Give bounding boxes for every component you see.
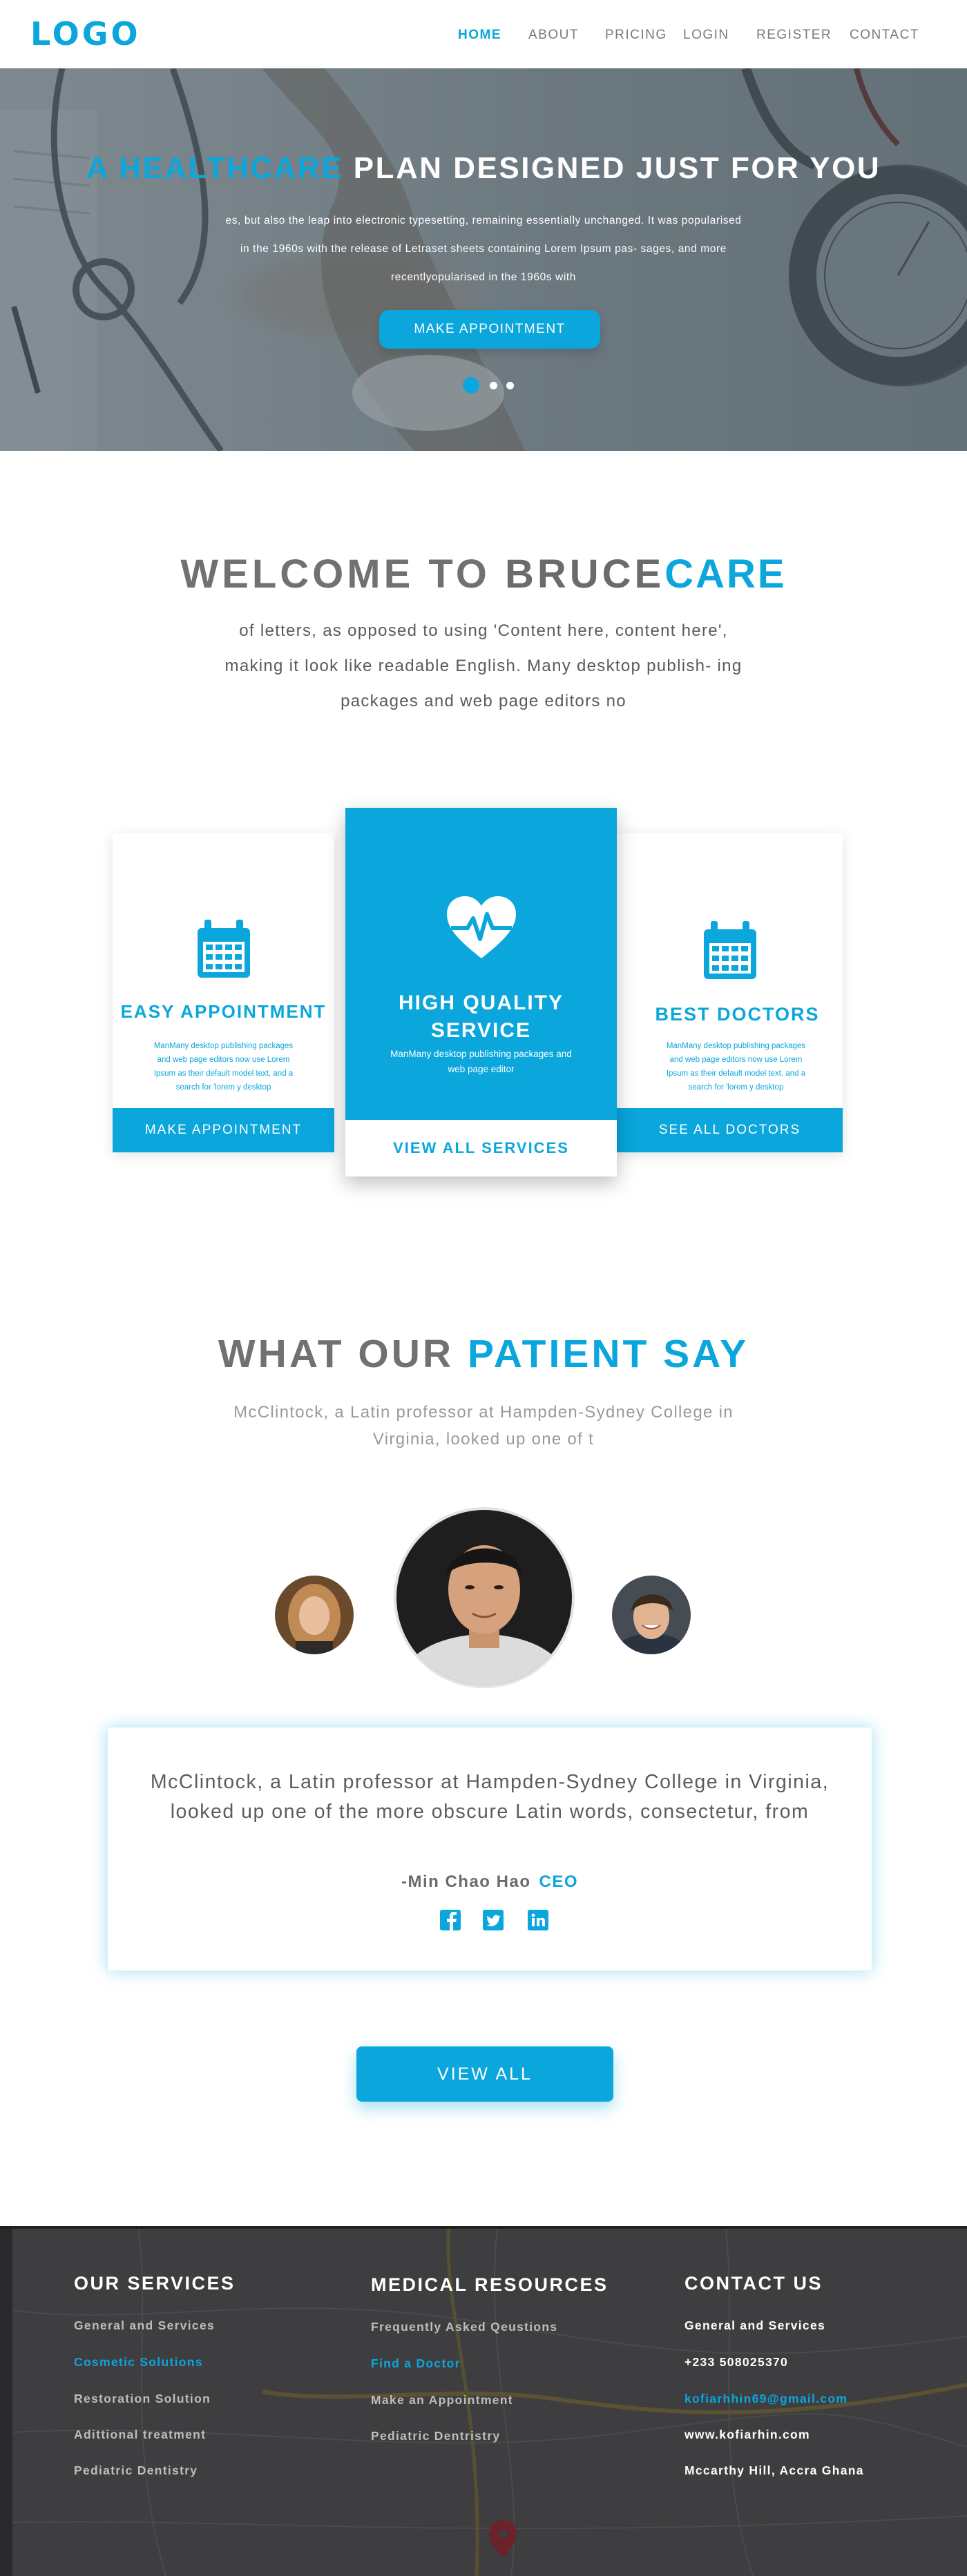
nav-home[interactable]: HOME [458,28,501,43]
service-description: ManMany desktop publishing packages and … [153,1042,294,1092]
footer-contact-title: CONTACT US [684,2273,823,2294]
patient-avatar-right[interactable] [612,1576,691,1654]
nav-contact[interactable]: CONTACT [850,28,919,43]
slider-dot-3[interactable] [506,382,514,389]
hero-make-appointment-button[interactable]: MAKE APPOINTMENT [379,310,600,349]
footer-contact-phone[interactable]: +233 508025370 [684,2355,788,2370]
footer-link[interactable]: General and Services [74,2318,215,2333]
slider-dot-2[interactable] [490,382,497,389]
nav-about[interactable]: ABOUT [528,28,579,43]
footer-link[interactable]: Pediatric Dentistry [74,2463,198,2478]
calendar-icon [197,920,250,978]
avatar-man-smiling-image [612,1576,691,1654]
linkedin-icon[interactable] [526,1908,550,1932]
testimonials-subtitle: McClintock, a Latin professor at Hampden… [233,1403,734,1449]
footer-link[interactable]: Cosmetic Solutions [74,2355,203,2370]
service-title: HIGH QUALITY SERVICE [399,991,564,1042]
service-title: EASY APPOINTMENT [120,1001,327,1022]
logo[interactable]: LOGO [30,15,141,52]
footer-contact-address: Mccarthy Hill, Accra Ghana [684,2463,864,2477]
make-appointment-button[interactable]: MAKE APPOINTMENT [113,1108,334,1152]
slider-dot-1[interactable] [463,377,479,394]
footer-contact-email[interactable]: kofiarhhin69@gmail.com [684,2392,848,2406]
testimonial-card: McClintock, a Latin professor at Hampden… [107,1727,872,1971]
hero-title: A HEALTHCARE PLAN DESIGNED JUST FOR YOU [0,151,967,186]
footer-link[interactable]: Make an Appointment [371,2393,513,2408]
hero-title-highlight: A HEALTHCARE [86,151,344,185]
testimonials-title-highlight: PATIENT SAY [467,1332,749,1376]
patient-avatar-main[interactable] [394,1507,575,1688]
testimonial-author-role: CEO [539,1872,578,1891]
footer-left-border [0,2226,12,2576]
facebook-icon[interactable] [439,1908,462,1932]
patient-avatar-left[interactable] [275,1576,354,1654]
hero-title-rest: PLAN DESIGNED JUST FOR YOU [343,151,881,185]
hero-banner: A HEALTHCARE PLAN DESIGNED JUST FOR YOU … [0,68,967,451]
page: LOGO HOME ABOUT PRICING LOGIN REGISTER C… [0,0,967,2576]
view-all-testimonials-button[interactable]: VIEW ALL [356,2046,613,2102]
view-all-services-button[interactable]: VIEW ALL SERVICES [345,1120,617,1176]
see-all-doctors-button[interactable]: SEE ALL DOCTORS [617,1108,843,1152]
nav-pricing[interactable]: PRICING [605,28,667,43]
welcome-brand-part-2: CARE [664,552,787,597]
service-description: ManMany desktop publishing packages and … [666,1042,806,1092]
avatar-man-image [396,1510,572,1685]
calendar-icon [703,921,756,979]
welcome-title: WELCOME TO BRUCECARE [0,551,967,597]
hero-text: es, but also the leap into electronic ty… [225,215,742,283]
welcome-brand-part-1: BRUCE [505,552,665,597]
testimonial-author: -Min Chao Hao CEO [108,1872,872,1892]
testimonials-title-prefix: WHAT OUR [218,1332,468,1376]
footer-link[interactable]: Pediatric Dentristry [371,2429,500,2443]
service-description: ManMany desktop publishing packages and … [390,1049,572,1074]
welcome-text: of letters, as opposed to using 'Content… [224,621,743,710]
footer-contact-website[interactable]: www.kofiarhin.com [684,2428,810,2442]
twitter-icon[interactable] [481,1908,505,1932]
footer-link[interactable]: Restoration Solution [74,2392,211,2406]
heart-pulse-icon [446,896,516,958]
footer-top-border [0,2226,967,2229]
footer-link[interactable]: Frequently Asked Qeustions [371,2320,557,2334]
nav-login[interactable]: LOGIN [683,28,729,43]
service-card-appointment: EASY APPOINTMENT ManMany desktop publish… [113,833,334,1152]
nav-register[interactable]: REGISTER [756,28,832,43]
footer-services-title: OUR SERVICES [74,2273,236,2294]
service-title: BEST DOCTORS [655,1004,820,1025]
testimonial-author-name: -Min Chao Hao [401,1872,531,1891]
testimonial-quote: McClintock, a Latin professor at Hampden… [150,1771,830,1823]
service-card-doctors: BEST DOCTORS ManMany desktop publishing … [617,833,843,1152]
footer-contact-line: General and Services [684,2318,826,2332]
footer-link[interactable]: Find a Doctor [371,2356,461,2371]
service-card-quality: HIGH QUALITY SERVICE ManMany desktop pub… [345,808,617,1176]
footer-resources-title: MEDICAL RESOURCES [371,2274,609,2295]
welcome-prefix: WELCOME TO [180,552,505,597]
avatar-woman-image [275,1576,354,1654]
testimonials-title: WHAT OUR PATIENT SAY [0,1331,967,1377]
footer: OUR SERVICES General and Services Cosmet… [0,2226,967,2576]
top-navbar: LOGO HOME ABOUT PRICING LOGIN REGISTER C… [0,0,967,68]
footer-link[interactable]: Adittional treatment [74,2428,206,2442]
